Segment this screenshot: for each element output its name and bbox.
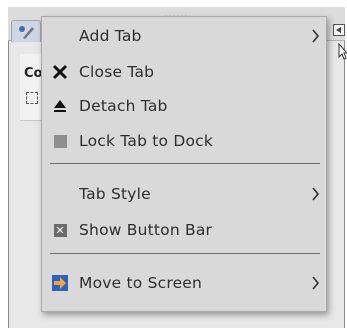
menu-item-tab-style[interactable]: Tab Style [42,178,326,210]
dock-tab-button[interactable] [11,20,41,42]
menu-item-detach-tab[interactable]: Detach Tab [42,90,326,122]
menu-item-label: Detach Tab [79,97,168,115]
chevron-right-icon [312,276,320,290]
menu-item-label: Show Button Bar [79,221,213,239]
menu-item-close-tab[interactable]: Close Tab [42,56,326,88]
menu-separator [50,163,320,164]
chevron-right-icon [312,29,320,43]
eject-icon [52,98,68,114]
close-x-icon [52,64,68,80]
menu-item-lock-tab[interactable]: Lock Tab to Dock [42,125,326,157]
menu-item-label: Add Tab [79,27,142,45]
menu-item-label: Tab Style [79,185,151,203]
stop-square-icon [52,133,68,149]
panel-checkbox[interactable] [26,92,38,104]
arrow-right-orange-icon [52,275,68,291]
menu-item-move-to-screen[interactable]: Move to Screen [42,267,326,299]
menu-item-add-tab[interactable]: Add Tab [42,20,326,52]
panel-heading: Co [24,66,43,81]
checkbox-checked-icon: ✕ [53,223,67,237]
menu-item-show-button-bar[interactable]: ✕ Show Button Bar [42,214,326,246]
menu-item-label: Close Tab [79,63,155,81]
mouse-cursor-icon [338,43,347,60]
chevron-right-icon [312,187,320,201]
context-menu: Add Tab Close Tab Detach Tab Lock Tab to… [41,16,327,312]
menu-separator [50,253,320,254]
pen-tool-icon [19,26,34,39]
menu-item-label: Lock Tab to Dock [79,132,214,150]
menu-item-label: Move to Screen [79,274,203,292]
panel-collapse-icon[interactable] [333,24,345,36]
